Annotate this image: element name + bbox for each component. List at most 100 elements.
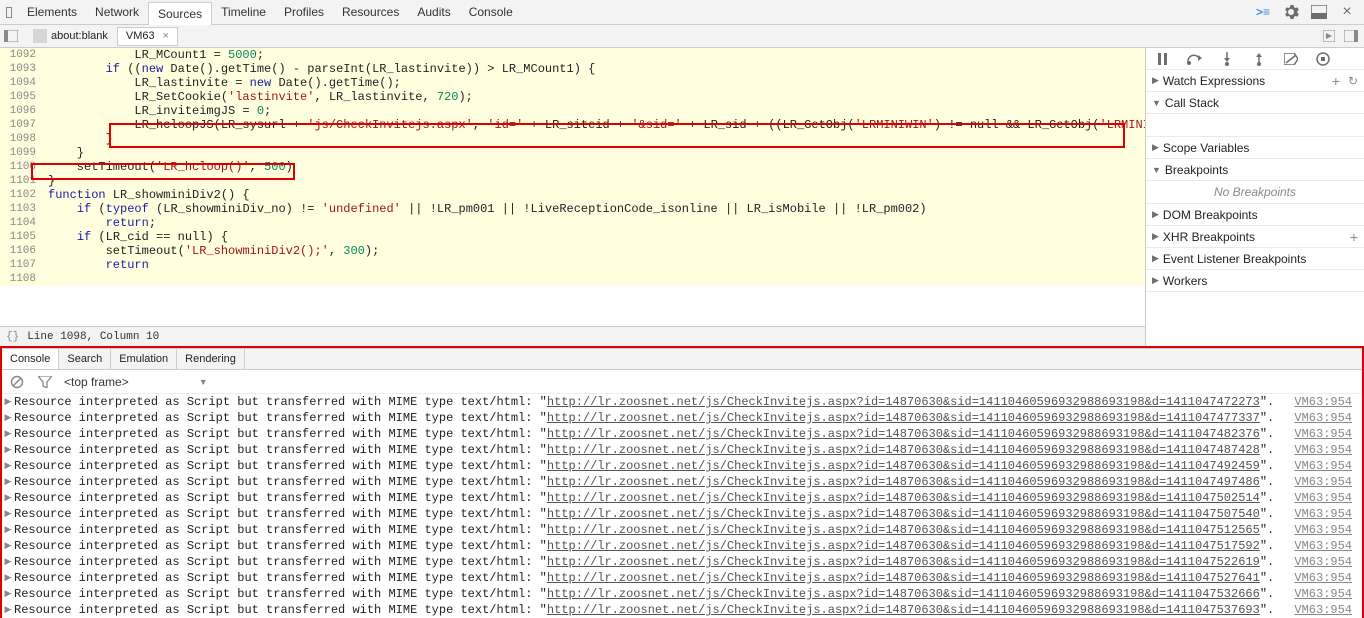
tab-timeline[interactable]: Timeline <box>212 1 275 23</box>
console-url[interactable]: http://lr.zoosnet.net/js/CheckInvitejs.a… <box>547 539 1260 553</box>
expand-icon[interactable]: ▶ <box>2 410 14 426</box>
pane-breakpoints[interactable]: Breakpoints <box>1146 159 1364 181</box>
inspect-icon[interactable] <box>0 3 18 21</box>
console-output[interactable]: ▶Resource interpreted as Script but tran… <box>2 394 1362 618</box>
console-message[interactable]: ▶Resource interpreted as Script but tran… <box>2 490 1362 506</box>
console-url[interactable]: http://lr.zoosnet.net/js/CheckInvitejs.a… <box>547 475 1260 489</box>
console-url[interactable]: http://lr.zoosnet.net/js/CheckInvitejs.a… <box>547 459 1260 473</box>
console-source-link[interactable]: VM63:954 <box>1284 442 1362 458</box>
console-source-link[interactable]: VM63:954 <box>1284 586 1362 602</box>
console-url[interactable]: http://lr.zoosnet.net/js/CheckInvitejs.a… <box>547 395 1260 409</box>
console-url[interactable]: http://lr.zoosnet.net/js/CheckInvitejs.a… <box>547 571 1260 585</box>
console-source-link[interactable]: VM63:954 <box>1284 522 1362 538</box>
console-message[interactable]: ▶Resource interpreted as Script but tran… <box>2 426 1362 442</box>
expand-icon[interactable]: ▶ <box>2 586 14 602</box>
pane-scope-variables[interactable]: Scope Variables <box>1146 137 1364 159</box>
expand-icon[interactable]: ▶ <box>2 490 14 506</box>
console-source-link[interactable]: VM63:954 <box>1284 394 1362 410</box>
dock-icon[interactable] <box>1310 3 1328 21</box>
console-message[interactable]: ▶Resource interpreted as Script but tran… <box>2 522 1362 538</box>
console-url[interactable]: http://lr.zoosnet.net/js/CheckInvitejs.a… <box>547 411 1260 425</box>
pane-dom-breakpoints[interactable]: DOM Breakpoints <box>1146 204 1364 226</box>
console-message[interactable]: ▶Resource interpreted as Script but tran… <box>2 394 1362 410</box>
tab-audits[interactable]: Audits <box>408 1 459 23</box>
console-url[interactable]: http://lr.zoosnet.net/js/CheckInvitejs.a… <box>547 555 1260 569</box>
console-message[interactable]: ▶Resource interpreted as Script but tran… <box>2 602 1362 618</box>
tab-network[interactable]: Network <box>86 1 148 23</box>
pause-on-exceptions-icon[interactable] <box>1314 50 1332 68</box>
expand-icon[interactable]: ▶ <box>2 458 14 474</box>
tab-console[interactable]: Console <box>460 1 522 23</box>
console-source-link[interactable]: VM63:954 <box>1284 426 1362 442</box>
frame-selector[interactable]: <top frame> ▼ <box>64 375 208 389</box>
pane-call-stack[interactable]: Call Stack <box>1146 92 1364 114</box>
console-source-link[interactable]: VM63:954 <box>1284 554 1362 570</box>
console-source-link[interactable]: VM63:954 <box>1284 474 1362 490</box>
drawer-tab-rendering[interactable]: Rendering <box>177 349 245 369</box>
step-into-icon[interactable] <box>1218 50 1236 68</box>
console-source-link[interactable]: VM63:954 <box>1284 538 1362 554</box>
expand-icon[interactable]: ▶ <box>2 506 14 522</box>
console-message[interactable]: ▶Resource interpreted as Script but tran… <box>2 554 1362 570</box>
console-url[interactable]: http://lr.zoosnet.net/js/CheckInvitejs.a… <box>547 427 1260 441</box>
settings-icon[interactable] <box>1282 3 1300 21</box>
refresh-icon[interactable]: ↻ <box>1348 74 1358 88</box>
expand-icon[interactable]: ▶ <box>2 394 14 410</box>
filter-icon[interactable] <box>36 373 54 391</box>
console-source-link[interactable]: VM63:954 <box>1284 410 1362 426</box>
file-tab-vm63[interactable]: VM63 × <box>117 27 178 46</box>
step-out-icon[interactable] <box>1250 50 1268 68</box>
run-snippet-icon[interactable] <box>1320 27 1338 45</box>
debugger-toggle-icon[interactable] <box>1342 27 1360 45</box>
console-url[interactable]: http://lr.zoosnet.net/js/CheckInvitejs.a… <box>547 587 1260 601</box>
console-source-link[interactable]: VM63:954 <box>1284 490 1362 506</box>
tab-elements[interactable]: Elements <box>18 1 86 23</box>
console-message[interactable]: ▶Resource interpreted as Script but tran… <box>2 442 1362 458</box>
clear-console-icon[interactable] <box>8 373 26 391</box>
file-tab-aboutblank[interactable]: about:blank <box>24 27 117 46</box>
pane-xhr-breakpoints[interactable]: XHR Breakpoints+ <box>1146 226 1364 248</box>
expand-icon[interactable]: ▶ <box>2 538 14 554</box>
console-url[interactable]: http://lr.zoosnet.net/js/CheckInvitejs.a… <box>547 603 1260 617</box>
console-drawer-icon[interactable]: >≡ <box>1254 3 1272 21</box>
expand-icon[interactable]: ▶ <box>2 570 14 586</box>
tab-profiles[interactable]: Profiles <box>275 1 333 23</box>
drawer-tab-console[interactable]: Console <box>2 349 59 369</box>
close-tab-icon[interactable]: × <box>163 30 169 42</box>
console-url[interactable]: http://lr.zoosnet.net/js/CheckInvitejs.a… <box>547 507 1260 521</box>
add-icon[interactable]: + <box>1332 73 1340 89</box>
console-message[interactable]: ▶Resource interpreted as Script but tran… <box>2 570 1362 586</box>
console-message[interactable]: ▶Resource interpreted as Script but tran… <box>2 410 1362 426</box>
pane-event-listener-breakpoints[interactable]: Event Listener Breakpoints <box>1146 248 1364 270</box>
expand-icon[interactable]: ▶ <box>2 522 14 538</box>
console-source-link[interactable]: VM63:954 <box>1284 602 1362 618</box>
expand-icon[interactable]: ▶ <box>2 474 14 490</box>
step-over-icon[interactable] <box>1186 50 1204 68</box>
drawer-tab-emulation[interactable]: Emulation <box>111 349 177 369</box>
console-source-link[interactable]: VM63:954 <box>1284 506 1362 522</box>
expand-icon[interactable]: ▶ <box>2 426 14 442</box>
console-message[interactable]: ▶Resource interpreted as Script but tran… <box>2 506 1362 522</box>
console-url[interactable]: http://lr.zoosnet.net/js/CheckInvitejs.a… <box>547 491 1260 505</box>
console-message[interactable]: ▶Resource interpreted as Script but tran… <box>2 538 1362 554</box>
expand-icon[interactable]: ▶ <box>2 602 14 618</box>
pane-watch-expressions[interactable]: Watch Expressions+↻ <box>1146 70 1364 92</box>
close-devtools-icon[interactable]: × <box>1338 3 1356 21</box>
add-icon[interactable]: + <box>1350 229 1358 245</box>
tab-resources[interactable]: Resources <box>333 1 408 23</box>
expand-icon[interactable]: ▶ <box>2 442 14 458</box>
deactivate-breakpoints-icon[interactable] <box>1282 50 1300 68</box>
console-message[interactable]: ▶Resource interpreted as Script but tran… <box>2 474 1362 490</box>
pane-workers[interactable]: Workers <box>1146 270 1364 292</box>
tab-sources[interactable]: Sources <box>148 2 212 25</box>
console-url[interactable]: http://lr.zoosnet.net/js/CheckInvitejs.a… <box>547 523 1260 537</box>
console-source-link[interactable]: VM63:954 <box>1284 458 1362 474</box>
expand-icon[interactable]: ▶ <box>2 554 14 570</box>
console-source-link[interactable]: VM63:954 <box>1284 570 1362 586</box>
pretty-print-icon[interactable]: {} <box>6 331 19 343</box>
console-message[interactable]: ▶Resource interpreted as Script but tran… <box>2 458 1362 474</box>
code-editor[interactable]: 1092109310941095109610971098109911001101… <box>0 48 1146 346</box>
navigator-toggle-icon[interactable] <box>2 27 20 45</box>
console-message[interactable]: ▶Resource interpreted as Script but tran… <box>2 586 1362 602</box>
pause-icon[interactable] <box>1154 50 1172 68</box>
